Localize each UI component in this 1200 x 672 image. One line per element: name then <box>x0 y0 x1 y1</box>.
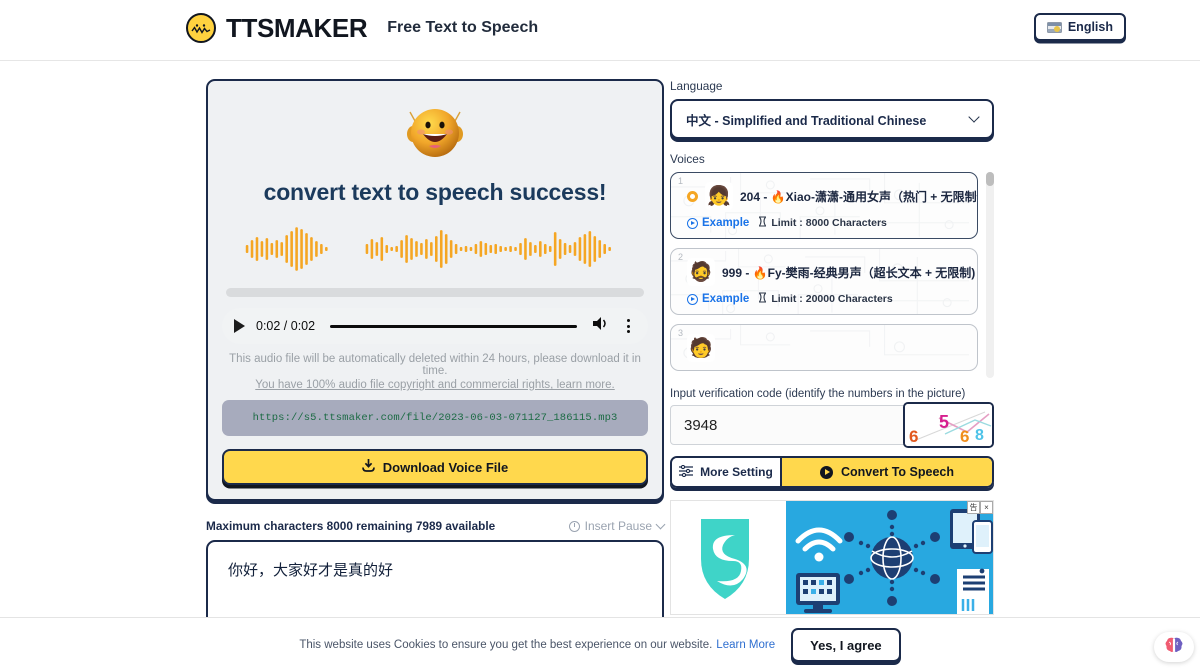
ad-close-icon[interactable]: × <box>980 501 993 514</box>
auto-delete-note: This audio file will be automatically de… <box>229 353 641 377</box>
character-counter: Maximum characters 8000 remaining 7989 a… <box>206 519 496 533</box>
smiley-face-icon <box>406 103 464 161</box>
right-column: Language 中文 - Simplified and Traditional… <box>670 79 994 615</box>
download-voice-file-button[interactable]: Download Voice File <box>222 449 648 485</box>
convert-to-speech-button[interactable]: Convert To Speech <box>782 458 992 486</box>
voice-example-button[interactable]: Example <box>687 293 749 305</box>
advertisement-banner[interactable]: 告 × <box>670 500 994 615</box>
voice-limit-text: Limit : 20000 Characters <box>771 293 893 305</box>
success-message: convert text to speech success! <box>263 179 607 205</box>
brain-icon <box>1164 636 1184 659</box>
captcha-image[interactable]: 6 5 6 8 <box>903 402 994 448</box>
language-switch-button[interactable]: English <box>1033 13 1126 41</box>
language-select[interactable]: 中文 - Simplified and Traditional Chinese <box>670 99 994 139</box>
voice-avatar: 🧑 <box>687 334 715 362</box>
voice-example-label: Example <box>702 293 750 305</box>
play-circle-icon <box>687 217 698 229</box>
voices-label: Voices <box>670 152 705 166</box>
audio-waveform <box>222 220 648 278</box>
editor-toolbar: Maximum characters 8000 remaining 7989 a… <box>206 519 666 533</box>
ad-badges: 告 × <box>967 501 993 514</box>
cookie-learn-more-link[interactable]: Learn More <box>716 639 775 651</box>
clock-icon <box>568 520 580 532</box>
voice-example-label: Example <box>702 217 750 229</box>
svg-text:6: 6 <box>960 427 969 446</box>
voice-meta: Example Limit : 8000 Characters <box>681 216 967 230</box>
flag-icon <box>1046 21 1062 33</box>
chevron-down-icon <box>968 111 980 123</box>
voice-header: 👧 204 - 🔥Xiao-潇潇-通用女声（热门 + 无限制使用) <box>681 182 977 210</box>
voice-name: 204 - 🔥Xiao-潇潇-通用女声（热门 + 无限制使用) <box>740 189 977 204</box>
voices-list[interactable]: 1 👧 204 - 🔥Xiao-潇潇-通用女声（热门 + 无限制使用) Exam… <box>670 172 994 378</box>
chevron-down-icon <box>655 519 666 530</box>
voice-radio-selected[interactable] <box>687 190 698 202</box>
audio-time: 0:02 / 0:02 <box>256 319 316 333</box>
voice-avatar: 👧 <box>705 182 733 210</box>
language-label: Language <box>670 79 723 93</box>
left-column: convert text to speech success! 0:02 / 0… <box>206 79 666 643</box>
voice-header: 🧑 <box>681 334 967 362</box>
voice-limit: Limit : 8000 Characters <box>758 216 887 230</box>
audio-player: 0:02 / 0:02 <box>222 308 648 344</box>
text-input-value: 你好，大家好才是真的好 <box>228 562 394 579</box>
cookie-consent-bar: This website uses Cookies to ensure you … <box>0 617 1200 672</box>
play-circle-icon <box>687 293 698 305</box>
language-switch-label: English <box>1067 20 1113 34</box>
download-icon <box>361 459 375 475</box>
more-setting-label: More Setting <box>700 465 773 479</box>
more-options-icon[interactable] <box>620 318 636 334</box>
brand-tagline: Free Text to Speech <box>387 19 539 36</box>
insert-pause-dropdown[interactable]: Insert Pause <box>568 519 666 533</box>
sliders-icon <box>679 464 694 480</box>
ad-info-badge[interactable]: 告 <box>967 501 980 514</box>
voice-example-button[interactable]: Example <box>687 217 749 229</box>
verification-value: 3948 <box>684 416 718 434</box>
svg-text:6: 6 <box>909 427 918 446</box>
ai-assistant-button[interactable] <box>1154 632 1194 662</box>
volume-icon[interactable] <box>592 316 609 336</box>
copyright-note-link[interactable]: You have 100% audio file copyright and c… <box>222 379 648 391</box>
insert-pause-label: Insert Pause <box>584 519 652 533</box>
cookie-agree-button[interactable]: Yes, I agree <box>791 628 901 662</box>
play-circle-icon <box>820 465 833 479</box>
audio-file-url[interactable]: https://s5.ttsmaker.com/file/2023-06-03-… <box>222 400 648 436</box>
brand-name: TTSMAKER <box>226 13 368 43</box>
svg-text:5: 5 <box>939 412 949 432</box>
conversion-result-panel: convert text to speech success! 0:02 / 0… <box>206 79 664 501</box>
limit-icon <box>758 292 767 306</box>
action-buttons: More Setting Convert To Speech <box>670 456 994 488</box>
convert-button-label: Convert To Speech <box>841 465 954 479</box>
svg-text:8: 8 <box>975 427 984 444</box>
progress-track[interactable] <box>226 288 644 297</box>
voices-scrollbar-thumb[interactable] <box>986 172 994 186</box>
download-button-label: Download Voice File <box>382 459 509 475</box>
cookie-text: This website uses Cookies to ensure you … <box>299 639 713 651</box>
limit-icon <box>758 216 767 230</box>
ttsmaker-logo-icon <box>186 13 216 43</box>
voice-meta: Example Limit : 20000 Characters <box>681 292 967 306</box>
verification-label: Input verification code (identify the nu… <box>670 388 966 400</box>
audio-seek-bar[interactable] <box>330 324 577 328</box>
site-header: TTSMAKER Free Text to Speech English <box>0 0 1200 61</box>
ad-artwork <box>671 501 993 614</box>
voice-option-2[interactable]: 2 🧔 999 - 🔥Fy-樊雨-经典男声（超长文本 + 无限制) Exampl… <box>670 248 978 315</box>
language-select-value: 中文 - Simplified and Traditional Chinese <box>686 113 927 128</box>
voices-scrollbar-track[interactable] <box>986 172 994 378</box>
brand-logo[interactable]: TTSMAKER Free Text to Speech <box>186 13 538 43</box>
voice-limit: Limit : 20000 Characters <box>758 292 893 306</box>
app-root: TTSMAKER Free Text to Speech English con… <box>0 0 1200 672</box>
voice-option-3[interactable]: 3 🧑 <box>670 324 978 371</box>
verification-row: 3948 6 5 6 8 <box>670 402 994 448</box>
more-setting-button[interactable]: More Setting <box>672 458 782 486</box>
play-icon[interactable] <box>234 319 245 333</box>
voice-header: 🧔 999 - 🔥Fy-樊雨-经典男声（超长文本 + 无限制) <box>681 258 975 286</box>
voice-name: 999 - 🔥Fy-樊雨-经典男声（超长文本 + 无限制) <box>722 265 976 280</box>
voice-limit-text: Limit : 8000 Characters <box>771 217 887 229</box>
voice-avatar: 🧔 <box>687 258 715 286</box>
success-emoji-wrap <box>222 103 648 165</box>
voice-option-1[interactable]: 1 👧 204 - 🔥Xiao-潇潇-通用女声（热门 + 无限制使用) Exam… <box>670 172 978 239</box>
